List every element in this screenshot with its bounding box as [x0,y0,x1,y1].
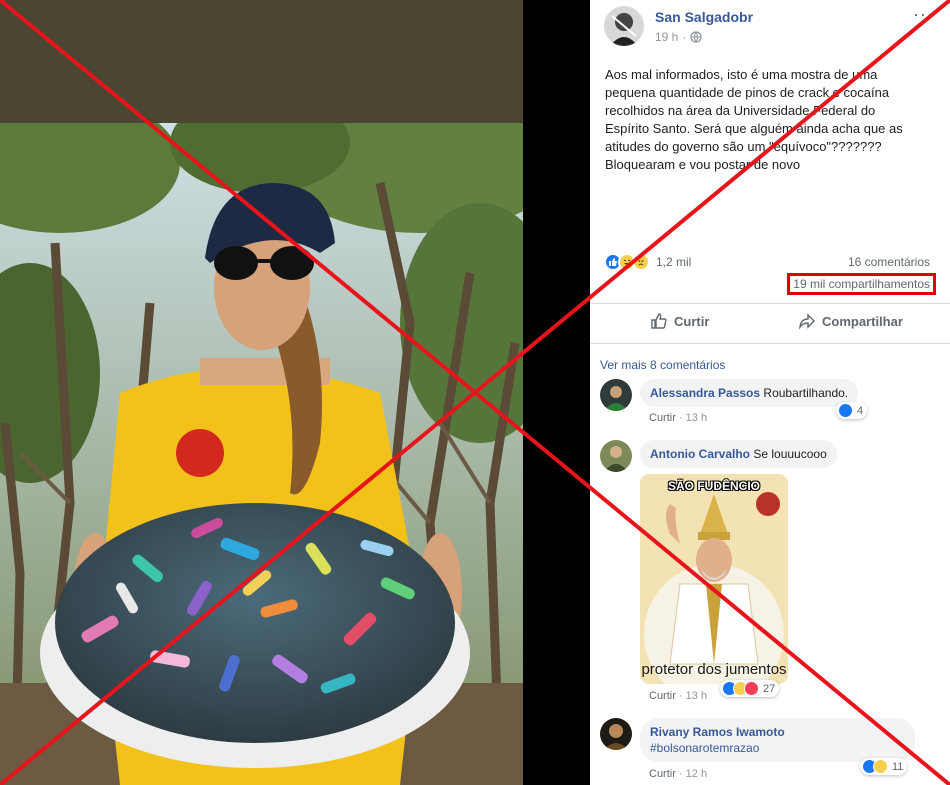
comment-meme-image[interactable]: SÃO FUDÊNCIO protetor dos jumentos [640,474,788,684]
comment-reaction-count: 4 [857,404,864,417]
post-panel: San Salgadobr 19 h · ··· Aos mal informa… [590,0,950,785]
love-reaction-icon [744,681,759,696]
sad-reaction-icon [873,759,888,774]
commenter-name[interactable]: Antonio Carvalho [650,447,750,461]
reactions-summary[interactable]: 1,2 mil [604,253,691,271]
more-options-icon[interactable]: ··· [913,4,934,25]
comment-reaction-count: 11 [892,760,904,773]
comment-reaction-count: 27 [763,682,776,695]
photo-panel-gap [523,0,590,785]
author-name[interactable]: San Salgadobr [655,9,753,25]
comment-like-link[interactable]: Curtir [649,690,676,702]
divider [590,303,950,304]
commenter-name[interactable]: Rivany Ramos Iwamoto [650,724,905,740]
woman-holding-bowl-of-vials-image [0,123,523,785]
commenter-name[interactable]: Alessandra Passos [650,386,760,400]
comment-reactions[interactable]: 11 [860,758,908,775]
comment-like-link[interactable]: Curtir [649,412,676,424]
commenter-avatar[interactable] [600,440,632,472]
see-more-comments-link[interactable]: Ver mais 8 comentários [600,358,725,372]
reactions-count[interactable]: 1,2 mil [656,255,691,269]
comment-reactions[interactable]: 4 [836,402,868,419]
comment-text: Roubartilhando. [763,386,849,400]
post-text: Aos mal informados, isto é uma mostra de… [605,66,935,174]
share-button-label: Compartilhar [822,313,903,329]
meme-bottom-text: protetor dos jumentos [641,661,787,678]
share-arrow-icon [798,313,815,330]
post-meta: 19 h · [655,30,703,44]
sad-reaction-icon [632,253,650,271]
divider [590,343,950,344]
thumbs-up-icon [651,313,667,329]
commenter-avatar[interactable] [600,379,632,411]
comment-meta: Curtir · 13 h [649,412,708,424]
comment-time[interactable]: 13 h [686,690,707,702]
like-button[interactable]: Curtir [650,312,709,330]
comments-count[interactable]: 16 comentários [848,255,930,269]
comment-meta: Curtir · 12 h [649,768,708,780]
comment-bubble: Alessandra Passos Roubartilhando. [640,379,859,407]
comment-time[interactable]: 13 h [686,412,707,424]
comment-bubble: Antonio Carvalho Se louuucooo [640,440,837,468]
comment-time[interactable]: 12 h [686,768,707,780]
comment-hashtag[interactable]: #bolsonarotemrazao [650,740,905,756]
post-text-line: Espírito Santo. Será que alguém ainda ac… [605,121,903,136]
share-button[interactable]: Compartilhar [798,312,903,330]
comment-meta: Curtir · 13 h [649,690,708,702]
comment-like-link[interactable]: Curtir [649,768,676,780]
comment-reactions[interactable]: 27 [720,680,780,697]
meme-top-text: SÃO FUDÊNCIO [667,479,760,493]
author-avatar[interactable] [604,6,644,46]
photo-top-band [0,0,523,123]
comment-text: Se louuucooo [753,447,827,461]
post-time[interactable]: 19 h [655,30,678,44]
globe-icon [690,31,703,43]
post-text-line: Bloquearam e vou postar de novo [605,157,801,172]
shares-count[interactable]: 19 mil compartilhamentos [787,273,936,295]
post-photo[interactable] [0,0,523,785]
post-text-line: pequena quantidade de pinos de crack e c… [605,85,890,100]
post-text-line: Aos mal informados, isto é uma mostra de… [605,67,878,82]
commenter-avatar[interactable] [600,718,632,750]
like-reaction-icon [838,403,853,418]
like-button-label: Curtir [674,313,710,329]
post-text-line: atitudes do governo são um "equívoco"???… [605,139,882,154]
post-text-line: recolhidos na área da Universidade Feder… [605,103,876,118]
comment-bubble: Rivany Ramos Iwamoto #bolsonarotemrazao [640,718,915,762]
